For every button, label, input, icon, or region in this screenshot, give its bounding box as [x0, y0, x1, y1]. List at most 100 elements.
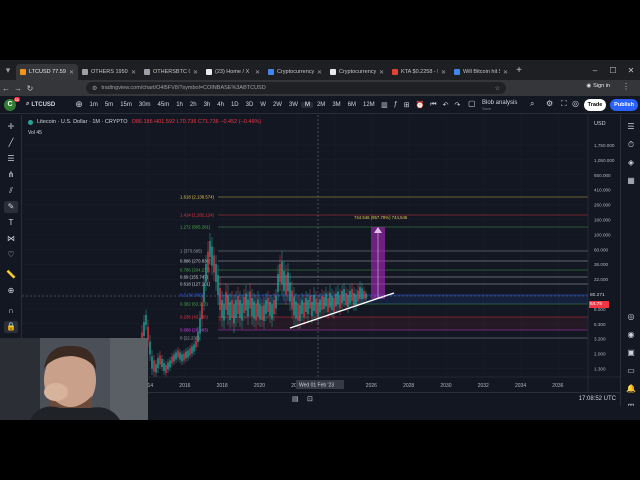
layout-menu[interactable]: Blob analysis Save [482, 96, 517, 114]
close-tab-icon[interactable]: ✕ [379, 69, 384, 76]
calendar-icon[interactable]: ▣ [625, 347, 637, 359]
pitchfork-icon[interactable]: ⋔ [4, 169, 18, 181]
interval-button[interactable]: 1m [86, 102, 101, 108]
notifications-icon[interactable]: 🔔 [625, 383, 637, 395]
patterns-icon[interactable]: ⋈ [4, 233, 18, 245]
interval-button[interactable]: 3M [329, 102, 344, 108]
url-omnibox[interactable]: ⚙ tradingview.com/chart/O4l5FV8/?symbol=… [86, 82, 506, 94]
date-range-icon[interactable]: ▤ [292, 395, 299, 403]
fullscreen-icon[interactable]: ⛶ [561, 99, 567, 109]
sign-in-button[interactable]: ◉ Sign in [586, 83, 610, 89]
layout-grid-icon[interactable]: ▢ [468, 99, 476, 108]
close-window-icon[interactable]: ✕ [622, 60, 640, 80]
interval-button[interactable]: 12M [360, 102, 379, 108]
interval-button[interactable]: W [257, 102, 270, 108]
bookmark-star-icon[interactable]: ☆ [495, 85, 500, 92]
templates-icon[interactable]: ⊞ [401, 101, 413, 109]
back-icon[interactable]: ← [0, 84, 12, 93]
watchlist-icon[interactable]: ☰ [625, 121, 637, 133]
browser-tab[interactable]: OTHERS 1950 ✕ [78, 64, 140, 80]
close-tab-icon[interactable]: ✕ [193, 69, 198, 76]
interval-button[interactable]: 1h [173, 102, 187, 108]
interval-button[interactable]: 1D [227, 102, 242, 108]
text-tool-icon[interactable]: T [4, 217, 18, 229]
interval-button[interactable]: 2h [186, 102, 200, 108]
trade-button[interactable]: Trade [584, 99, 606, 111]
publish-button[interactable]: Publish [610, 99, 638, 111]
secondary-price-tag: 64.75 [589, 301, 609, 308]
interval-button[interactable]: 45m [154, 102, 173, 108]
browser-tab[interactable]: (23) Home / X ✕ [202, 64, 264, 80]
redo-icon[interactable]: ↷ [451, 101, 463, 109]
close-tab-icon[interactable]: ✕ [317, 69, 322, 76]
interval-button[interactable]: 2M [313, 102, 328, 108]
close-tab-icon[interactable]: ✕ [131, 69, 136, 76]
interval-button[interactable]: 6M [344, 102, 359, 108]
horizontal-lines-icon[interactable]: ☰ [4, 153, 18, 165]
interval-button[interactable]: 5m [101, 102, 116, 108]
compare-symbol-icon[interactable]: ⊕ [72, 99, 86, 110]
currency-label[interactable]: USD [594, 121, 606, 127]
utc-clock[interactable]: 17:08:52 UTC [579, 396, 616, 402]
alert-icon[interactable]: ⏰ [413, 101, 428, 109]
fib-tool-icon[interactable]: ⫽ [4, 185, 18, 197]
browser-tab[interactable]: Cryptocurrency Li✕ [326, 64, 388, 80]
layers-icon[interactable]: ◈ [625, 157, 637, 169]
interval-button[interactable]: 3h [200, 102, 214, 108]
undo-icon[interactable]: ↶ [440, 101, 452, 109]
browser-tab[interactable]: KTA $0.2258 - Ken✕ [388, 64, 450, 80]
settings-icon[interactable]: ⚙ [546, 99, 553, 108]
close-tab-icon[interactable]: ✕ [255, 69, 260, 76]
ruler-icon[interactable]: 📏 [4, 269, 18, 281]
camera-icon[interactable]: ◎ [572, 99, 579, 108]
close-tab-icon[interactable]: ✕ [69, 69, 74, 76]
crosshair-icon[interactable]: ✛ [4, 121, 18, 133]
browser-menu-icon[interactable]: ⋮ [622, 82, 630, 91]
target-icon[interactable]: ◎ [625, 311, 637, 323]
interval-button[interactable]: 3W [285, 102, 301, 108]
new-tab-button[interactable]: + [512, 65, 526, 76]
url-text: tradingview.com/chart/O4l5FV8/?symbol=CO… [101, 85, 266, 91]
tab-search-icon[interactable]: ▾ [0, 60, 16, 80]
site-info-icon[interactable]: ⚙ [92, 85, 97, 92]
browser-tab[interactable]: Cryptocurrency P✕ [264, 64, 326, 80]
tab-favicon-icon [454, 69, 460, 75]
browser-tab[interactable]: LTCUSD 77.594 ✕ [16, 64, 78, 80]
close-tab-icon[interactable]: ✕ [441, 69, 446, 76]
price-tick-label: 260.000 [594, 203, 611, 208]
heart-icon[interactable]: ♡ [4, 249, 18, 261]
zoom-icon[interactable]: ⊕ [4, 285, 18, 297]
tab-favicon-icon [144, 69, 150, 75]
forward-icon[interactable]: → [12, 84, 24, 93]
candle-body [161, 359, 163, 367]
interval-button[interactable]: 15m [117, 102, 136, 108]
quick-search-icon[interactable]: ⌕ [530, 99, 534, 109]
replay-icon[interactable]: ⏮ [427, 101, 439, 109]
user-avatar[interactable]: C 11 [4, 96, 20, 111]
candles-icon[interactable]: ▥ [378, 101, 391, 109]
close-tab-icon[interactable]: ✕ [503, 69, 508, 76]
goto-date-icon[interactable]: ⊡ [307, 395, 313, 403]
interval-button[interactable]: 30m [135, 102, 154, 108]
price-tick-label: 5.300 [594, 322, 606, 327]
trend-line-icon[interactable]: ╱ [4, 137, 18, 149]
interval-button[interactable]: 4h [214, 102, 228, 108]
interval-button[interactable]: M [301, 101, 314, 108]
alerts-clock-icon[interactable]: ⏱ [625, 139, 637, 151]
minimize-icon[interactable]: – [586, 60, 604, 80]
interval-button[interactable]: 2W [269, 102, 285, 108]
ideas-icon[interactable]: ◉ [625, 329, 637, 341]
candle-body [311, 302, 313, 316]
indicators-icon[interactable]: ƒ [391, 101, 401, 108]
reload-icon[interactable]: ↻ [24, 84, 36, 93]
chat-icon[interactable]: ▭ [625, 365, 637, 377]
maximize-icon[interactable]: ☐ [604, 60, 622, 80]
browser-tab[interactable]: Will Bitcoin hit $8✕ [450, 64, 512, 80]
lock-drawings-icon[interactable]: 🔒 [4, 321, 18, 333]
symbol-search[interactable]: ⌕ LTCUSD [26, 101, 72, 108]
magnet-icon[interactable]: ∩ [4, 305, 18, 317]
brush-icon[interactable]: ✎ [4, 201, 18, 213]
interval-button[interactable]: 3D [242, 102, 257, 108]
data-window-icon[interactable]: ▦ [625, 175, 637, 187]
browser-tab[interactable]: OTHERSBTC 0.110✕ [140, 64, 202, 80]
